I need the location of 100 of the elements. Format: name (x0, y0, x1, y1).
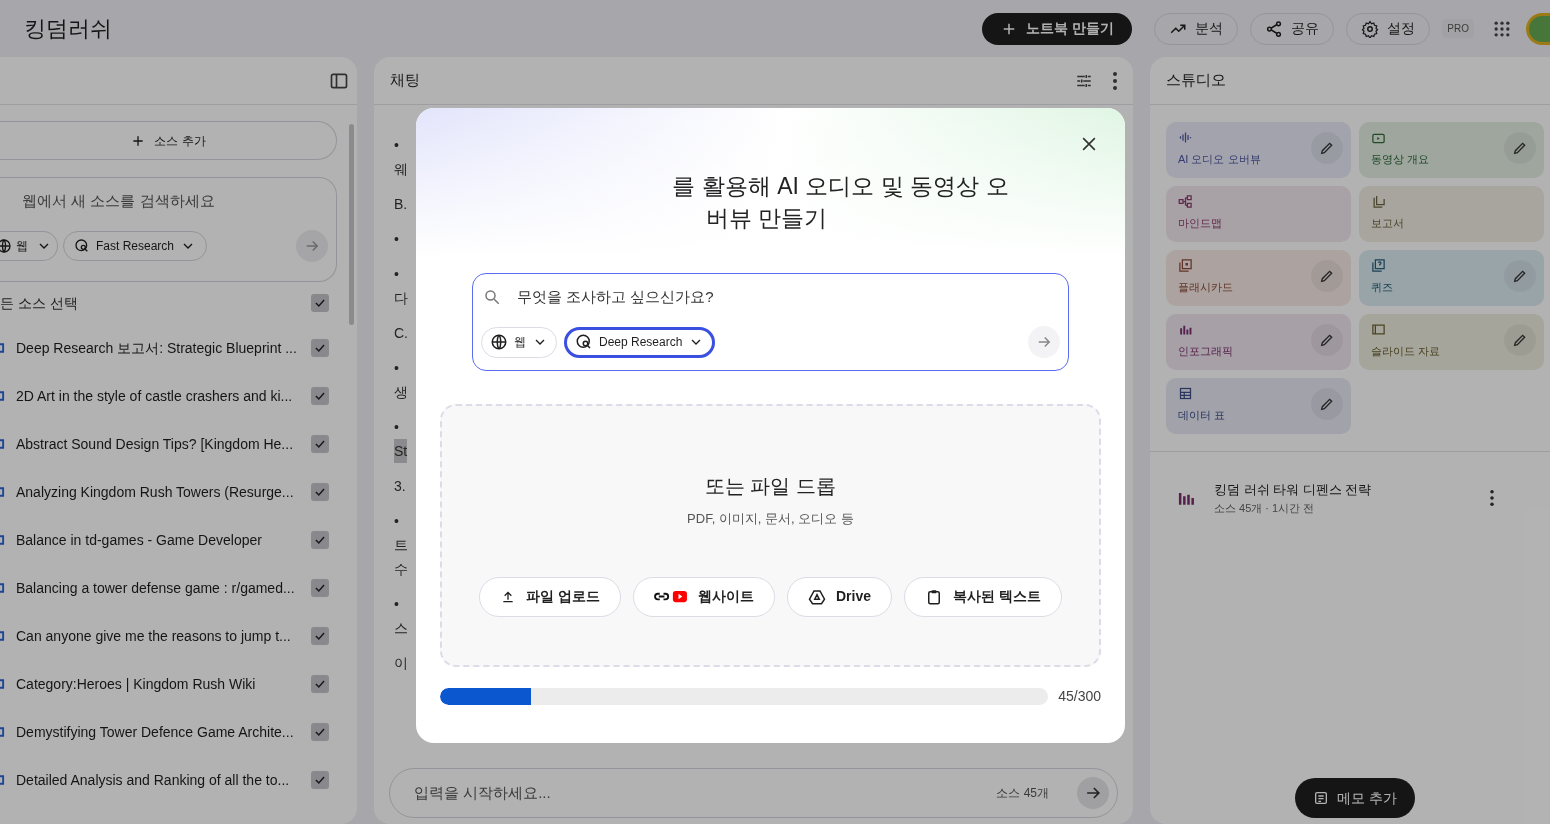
source-button[interactable]: 파일 업로드 (479, 576, 621, 617)
drop-hint: PDF, 이미지, 문서, 오디오 등 (687, 510, 854, 528)
source-title[interactable]: Category:Heroes | Kingdom Rush Wiki (16, 673, 311, 695)
document-icon (0, 726, 5, 738)
source-button[interactable]: 웹사이트 (633, 576, 775, 617)
pencil-icon (1319, 140, 1335, 156)
studio-card[interactable]: 인포그래픽 (1166, 314, 1351, 370)
source-title[interactable]: Deep Research 보고서: Strategic Blueprint ... (16, 337, 311, 359)
studio-card[interactable]: 보고서 (1359, 186, 1544, 242)
source-title[interactable]: Demystifying Tower Defence Game Archite... (16, 721, 311, 743)
source-title[interactable]: 2D Art in the style of castle crashers and ki... (16, 385, 311, 407)
studio-card[interactable]: 슬라이드 자료 (1359, 314, 1544, 370)
pencil-icon (1319, 396, 1335, 412)
pencil-icon (1512, 268, 1528, 284)
search-field[interactable]: 웹에서 새 소스를 검색하세요 (22, 189, 312, 213)
note-meta: 소스 45개 · 1시간 전 (1214, 500, 1316, 516)
search-field[interactable]: 무엇을 조사하고 싶으신가요? (517, 285, 1060, 309)
studio-card[interactable]: 마인드맵 (1166, 186, 1351, 242)
pro-badge: PRO (1442, 19, 1474, 38)
drop-zone[interactable]: 또는 파일 드롭 PDF, 이미지, 문서, 오디오 등 파일 업로드 웹사이트 Drive 복사된 텍스트 (440, 404, 1101, 667)
more-button[interactable] (1490, 490, 1494, 506)
report-icon (1371, 194, 1386, 209)
source-title[interactable]: Balancing a tower defense game : r/gamed... (16, 577, 311, 599)
document-icon (0, 534, 5, 546)
card-label: 플래시카드 (1178, 280, 1233, 295)
source-button[interactable]: Drive (787, 576, 892, 617)
table-icon (1178, 386, 1193, 401)
chat-text: 트 (394, 536, 408, 555)
studio-card[interactable]: 플래시카드 (1166, 250, 1351, 306)
source-limit: 45/300 (1058, 687, 1101, 706)
checkbox[interactable] (311, 771, 329, 789)
dialog-title: 를 활용해 AI 오디오 및 동영상 오 (672, 172, 1009, 201)
flashcards-icon (1178, 258, 1193, 273)
checkbox[interactable] (311, 483, 329, 501)
checkbox[interactable] (311, 531, 329, 549)
card-label: 데이터 표 (1178, 408, 1226, 423)
chat-text: • (394, 418, 399, 437)
triangle-icon (808, 587, 826, 606)
card-label: 퀴즈 (1371, 280, 1393, 295)
studio-card[interactable]: 동영상 개요 (1359, 122, 1544, 178)
card-label: 마인드맵 (1178, 216, 1222, 231)
card-label: 인포그래픽 (1178, 344, 1233, 359)
slides-icon (1371, 322, 1386, 337)
globe-icon (0, 238, 12, 254)
chat-text: 생 (394, 383, 408, 402)
source-title[interactable]: Analyzing Kingdom Rush Towers (Resurge... (16, 481, 311, 503)
note-icon (1313, 790, 1329, 806)
submit-button[interactable] (1028, 326, 1060, 358)
chat-text: B. (394, 195, 408, 214)
chat-text: 3. (394, 477, 406, 496)
panel-title: 스튜디오 (1166, 70, 1226, 91)
source-button[interactable]: 복사된 텍스트 (904, 576, 1062, 617)
search-icon (483, 288, 501, 306)
chat-text: 이 (394, 654, 408, 673)
pencil-icon (1512, 140, 1528, 156)
share-icon (1265, 19, 1284, 38)
studio-card[interactable]: 데이터 표 (1166, 378, 1351, 434)
notebook-title: 킹덤러쉬 (24, 15, 112, 43)
chat-text: St (394, 439, 408, 463)
chat-input-field[interactable]: 입력을 시작하세요... (414, 781, 997, 805)
chat-input[interactable]: 입력을 시작하세요... 소스 45개 (389, 768, 1118, 818)
source-count: 소스 45개 (996, 785, 1049, 802)
chat-text: • (394, 265, 399, 284)
source-title[interactable]: Can anyone give me the reasons to jump t... (16, 625, 311, 647)
checkbox[interactable] (311, 435, 329, 453)
drop-title: 또는 파일 드롭 (704, 474, 837, 499)
more-button[interactable] (1113, 71, 1117, 90)
card-label: 슬라이드 자료 (1371, 344, 1441, 359)
checkbox[interactable] (311, 579, 329, 597)
document-icon (0, 486, 5, 498)
settings-icon (1361, 19, 1380, 38)
select-all-label: 든 소스 선택 (0, 293, 78, 313)
checkbox[interactable] (311, 339, 329, 357)
checkbox[interactable] (311, 627, 329, 645)
send-button[interactable] (1077, 777, 1109, 809)
mindmap-icon (1178, 194, 1193, 209)
dialog-title: 버뷰 만들기 (705, 204, 828, 233)
studio-card[interactable]: 퀴즈 (1359, 250, 1544, 306)
document-icon (0, 630, 5, 642)
checkbox[interactable] (311, 723, 329, 741)
add-note-button[interactable]: 메모 추가 (1295, 778, 1415, 818)
checkbox[interactable] (311, 387, 329, 405)
card-label: 보고서 (1371, 216, 1404, 231)
note-title[interactable]: 킹덤 러쉬 타워 디펜스 전략 (1214, 480, 1490, 500)
source-title[interactable]: Detailed Analysis and Ranking of all the to... (16, 769, 311, 791)
chat-text: 스 (394, 619, 408, 638)
pencil-icon (1319, 268, 1335, 284)
pencil-icon (1319, 332, 1335, 348)
dropdown-chip[interactable]: Deep Research (564, 326, 716, 358)
checkbox[interactable] (311, 294, 329, 312)
card-label: 동영상 개요 (1371, 152, 1430, 167)
more-icon (1113, 71, 1117, 90)
checkbox[interactable] (311, 675, 329, 693)
pencil-icon (1512, 332, 1528, 348)
studio-card[interactable]: AI 오디오 오버뷰 (1166, 122, 1351, 178)
source-title[interactable]: Balance in td-games - Game Developer (16, 529, 311, 551)
scrollbar[interactable] (349, 124, 354, 325)
globe-icon (490, 333, 508, 351)
create-notebook-button[interactable]: 노트북 만들기 (982, 12, 1133, 45)
source-title[interactable]: Abstract Sound Design Tips? [Kingdom He... (16, 433, 311, 455)
